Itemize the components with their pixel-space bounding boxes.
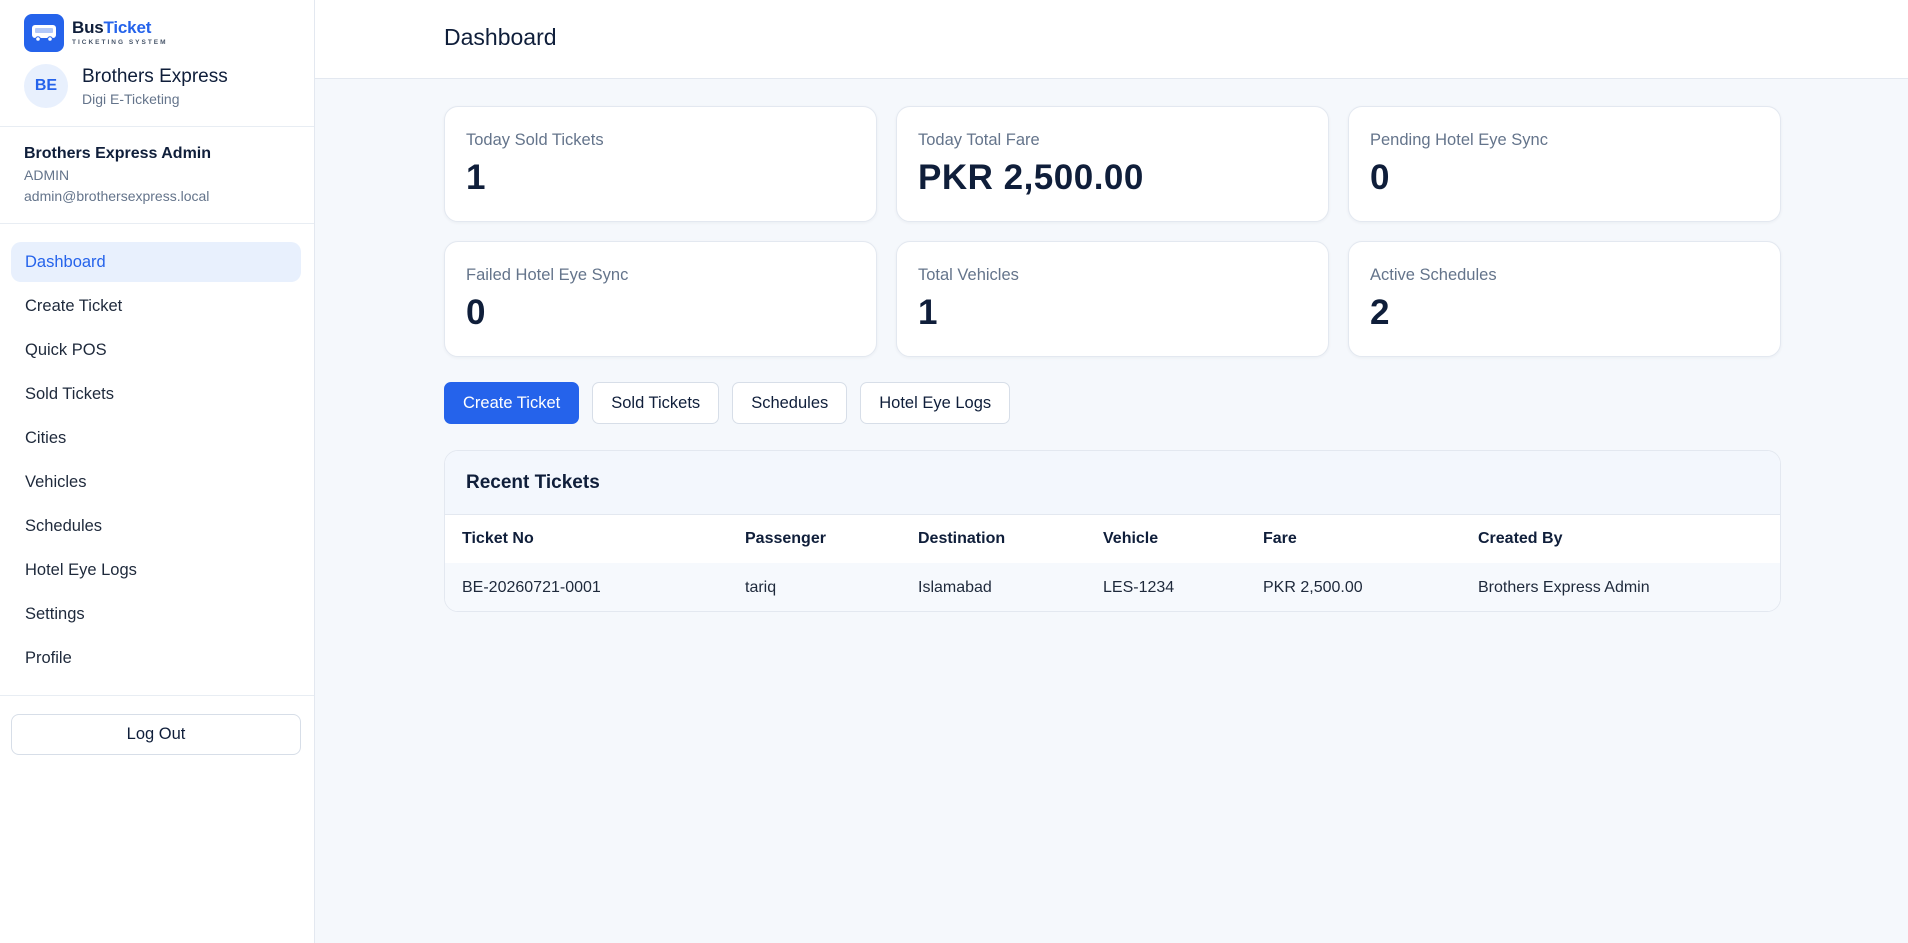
stat-card-failed-hotel-eye-sync: Failed Hotel Eye Sync 0 — [444, 241, 877, 357]
sidebar-item-dashboard[interactable]: Dashboard — [11, 242, 301, 282]
stat-label: Today Sold Tickets — [466, 131, 604, 149]
create-ticket-button[interactable]: Create Ticket — [444, 382, 580, 424]
company-block: BE Brothers Express Digi E-Ticketing — [24, 64, 228, 108]
stat-card-active-schedules: Active Schedules 2 — [1348, 241, 1781, 357]
stat-card-today-total-fare: Today Total Fare PKR 2,500.00 — [896, 106, 1329, 222]
stat-value: 0 — [1370, 158, 1390, 197]
stat-value: 2 — [1370, 293, 1390, 332]
brand-name-part2: Ticket — [103, 18, 152, 38]
stat-card-total-vehicles: Total Vehicles 1 — [896, 241, 1329, 357]
logout-button[interactable]: Log Out — [11, 714, 301, 755]
cell-vehicle: LES-1234 — [1086, 563, 1246, 611]
sidebar-item-profile[interactable]: Profile — [11, 638, 301, 678]
column-header-destination[interactable]: Destination — [901, 515, 1086, 563]
sidebar-item-settings[interactable]: Settings — [11, 594, 301, 634]
column-header-passenger[interactable]: Passenger — [728, 515, 901, 563]
sidebar-item-sold-tickets[interactable]: Sold Tickets — [11, 374, 301, 414]
quick-actions: Create Ticket Sold Tickets Schedules Hot… — [444, 382, 1023, 424]
top-header: Dashboard — [315, 0, 1908, 79]
table-row[interactable]: BE-20260721-0001 tariq Islamabad LES-123… — [445, 563, 1780, 611]
stat-value: PKR 2,500.00 — [918, 158, 1144, 197]
stat-label: Failed Hotel Eye Sync — [466, 266, 629, 284]
sidebar-item-hotel-eye-logs[interactable]: Hotel Eye Logs — [11, 550, 301, 590]
stat-label: Total Vehicles — [918, 266, 1019, 284]
stats-grid: Today Sold Tickets 1 Today Total Fare PK… — [444, 106, 1781, 357]
stat-card-pending-hotel-eye-sync: Pending Hotel Eye Sync 0 — [1348, 106, 1781, 222]
sidebar: BusTicket TICKETING SYSTEM BE Brothers E… — [0, 0, 315, 943]
cell-passenger: tariq — [728, 563, 901, 611]
column-header-fare[interactable]: Fare — [1246, 515, 1461, 563]
sidebar-item-vehicles[interactable]: Vehicles — [11, 462, 301, 502]
user-role: ADMIN — [24, 167, 70, 183]
company-name: Brothers Express — [82, 65, 228, 87]
stat-label: Active Schedules — [1370, 266, 1497, 284]
hotel-eye-logs-button[interactable]: Hotel Eye Logs — [860, 382, 1011, 424]
sold-tickets-button[interactable]: Sold Tickets — [592, 382, 720, 424]
brand-name: BusTicket — [72, 19, 168, 36]
sidebar-item-schedules[interactable]: Schedules — [11, 506, 301, 546]
company-subtitle: Digi E-Ticketing — [82, 90, 180, 107]
stat-label: Pending Hotel Eye Sync — [1370, 131, 1548, 149]
divider — [0, 126, 314, 127]
sidebar-nav: Dashboard Create Ticket Quick POS Sold T… — [11, 242, 301, 682]
divider — [0, 223, 314, 224]
stat-card-today-sold-tickets: Today Sold Tickets 1 — [444, 106, 877, 222]
cell-fare: PKR 2,500.00 — [1246, 563, 1461, 611]
divider — [0, 695, 314, 696]
cell-created-by: Brothers Express Admin — [1461, 563, 1780, 611]
column-header-vehicle[interactable]: Vehicle — [1086, 515, 1246, 563]
panel-header: Recent Tickets — [445, 451, 1780, 515]
brand-tagline: TICKETING SYSTEM — [72, 39, 168, 47]
page-title: Dashboard — [444, 24, 557, 50]
brand[interactable]: BusTicket TICKETING SYSTEM — [24, 14, 168, 52]
user-name: Brothers Express Admin — [24, 145, 212, 162]
user-block: Brothers Express Admin ADMIN admin@broth… — [24, 145, 211, 204]
recent-tickets-table: Ticket No Passenger Destination Vehicle … — [445, 515, 1780, 611]
stat-label: Today Total Fare — [918, 131, 1040, 149]
sidebar-item-cities[interactable]: Cities — [11, 418, 301, 458]
brand-name-part1: Bus — [72, 18, 104, 38]
column-header-created-by[interactable]: Created By — [1461, 515, 1780, 563]
cell-ticket-no: BE-20260721-0001 — [445, 563, 728, 611]
table-header-row: Ticket No Passenger Destination Vehicle … — [445, 515, 1780, 563]
stat-value: 0 — [466, 293, 486, 332]
cell-destination: Islamabad — [901, 563, 1086, 611]
stat-value: 1 — [466, 158, 486, 197]
sidebar-item-quick-pos[interactable]: Quick POS — [11, 330, 301, 370]
column-header-ticket-no[interactable]: Ticket No — [445, 515, 728, 563]
schedules-button[interactable]: Schedules — [732, 382, 848, 424]
company-avatar: BE — [24, 64, 68, 108]
panel-title: Recent Tickets — [466, 471, 600, 493]
user-email: admin@brothersexpress.local — [24, 188, 210, 204]
recent-tickets-panel: Recent Tickets Ticket No Passenger Desti… — [444, 450, 1781, 612]
bus-icon — [24, 14, 64, 52]
sidebar-item-create-ticket[interactable]: Create Ticket — [11, 286, 301, 326]
stat-value: 1 — [918, 293, 938, 332]
